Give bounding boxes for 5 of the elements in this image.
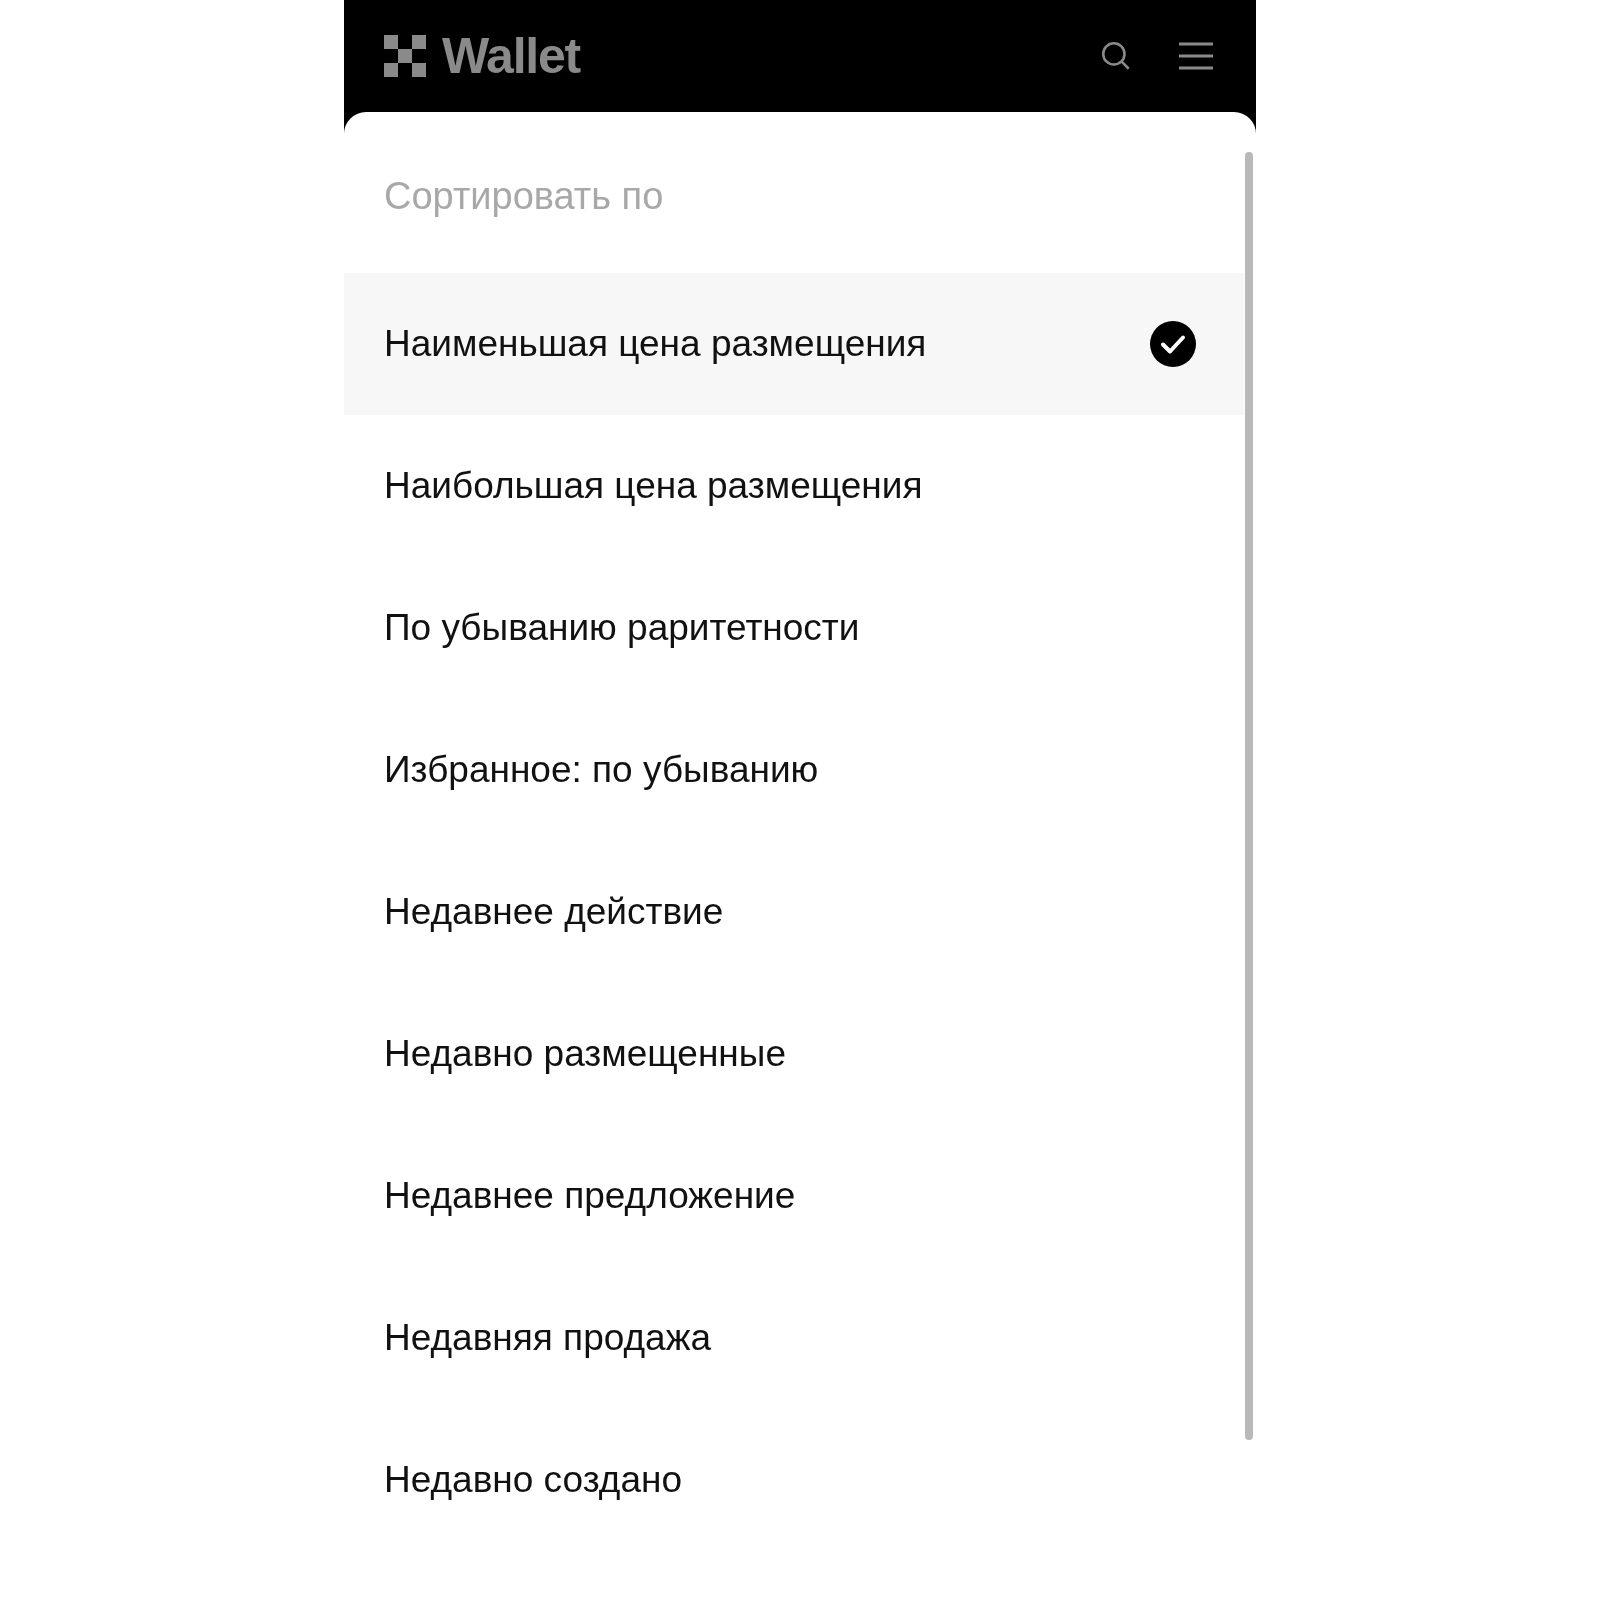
logo-icon <box>384 35 426 77</box>
sort-option[interactable]: Наименьшая цена размещения <box>344 273 1244 415</box>
check-icon <box>1150 321 1196 367</box>
brand-name: Wallet <box>442 31 580 81</box>
sheet-title: Сортировать по <box>383 174 665 219</box>
